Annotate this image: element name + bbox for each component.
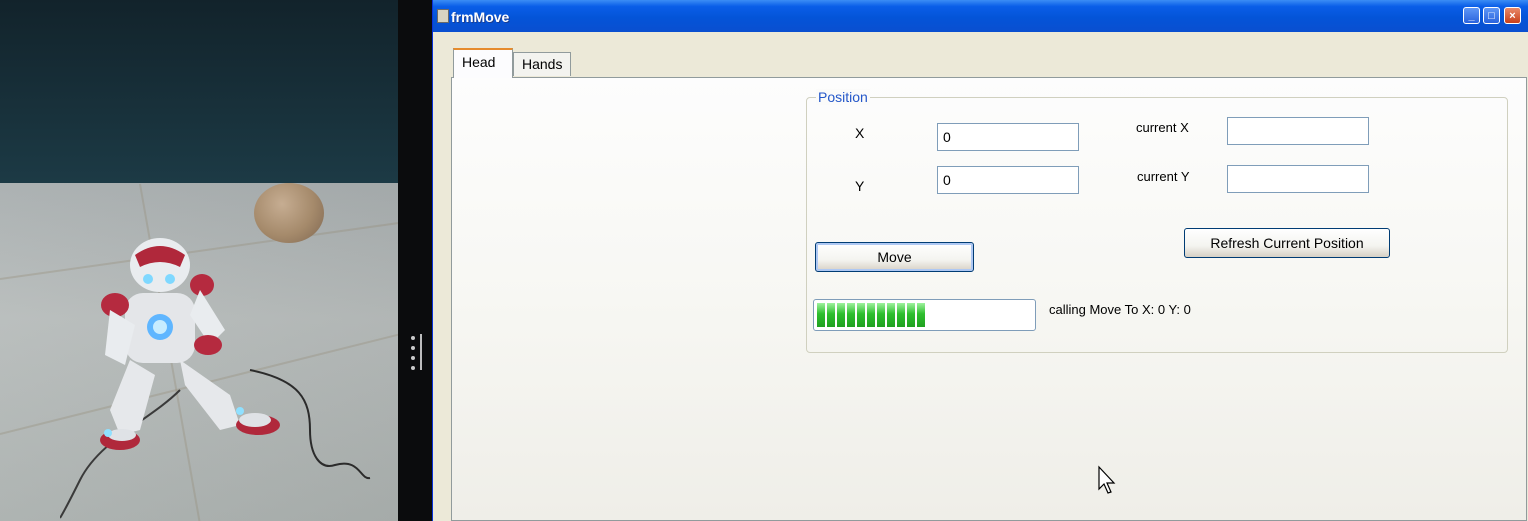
camera-feed [0,0,398,521]
y-input[interactable] [937,166,1079,194]
current-y-input[interactable] [1227,165,1369,193]
mouse-pointer-icon [1098,465,1116,494]
maximize-icon[interactable]: □ [1483,7,1500,24]
progress-segment [867,303,875,327]
move-button[interactable]: Move [815,242,974,272]
drag-handle[interactable] [411,336,417,370]
x-input[interactable] [937,123,1079,151]
tab-head[interactable]: Head [453,48,513,78]
panel-divider [398,0,432,521]
progress-segment [907,303,915,327]
window-client-area: Head Hands Position X Y current X curren… [433,32,1527,521]
window-title: frmMove [451,9,510,25]
progress-segment [887,303,895,327]
robot [100,238,280,450]
progress-segment [917,303,925,327]
splitter-bar[interactable] [420,334,422,370]
progress-segment [847,303,855,327]
y-label: Y [855,178,865,194]
tab-hands[interactable]: Hands [513,52,571,76]
current-y-label: current Y [1137,169,1190,184]
ball [254,183,324,243]
refresh-current-position-button[interactable]: Refresh Current Position [1184,228,1390,258]
progress-fill [817,303,1032,327]
progress-segment [897,303,905,327]
x-label: X [855,125,865,141]
current-x-input[interactable] [1227,117,1369,145]
move-progress-bar [813,299,1036,331]
frm-move-window: frmMove _ □ × Head Hands Position X Y cu… [432,0,1528,521]
current-x-label: current X [1136,120,1189,135]
position-legend: Position [816,89,870,105]
form-icon [437,9,449,23]
tab-strip: Head Hands [433,32,1527,78]
title-bar[interactable]: frmMove _ □ × [433,0,1528,32]
progress-segment [877,303,885,327]
tab-hands-label: Hands [522,56,563,72]
minimize-icon[interactable]: _ [1463,7,1480,24]
progress-segment [817,303,825,327]
progress-segment [857,303,865,327]
tab-page-head: Position X Y current X current Y Move Re… [451,77,1527,521]
close-icon[interactable]: × [1504,7,1521,24]
status-text: calling Move To X: 0 Y: 0 [1049,302,1191,317]
position-groupbox: Position X Y current X current Y Move Re… [806,89,1508,353]
progress-segment [827,303,835,327]
tab-head-label: Head [462,54,496,70]
progress-segment [837,303,845,327]
